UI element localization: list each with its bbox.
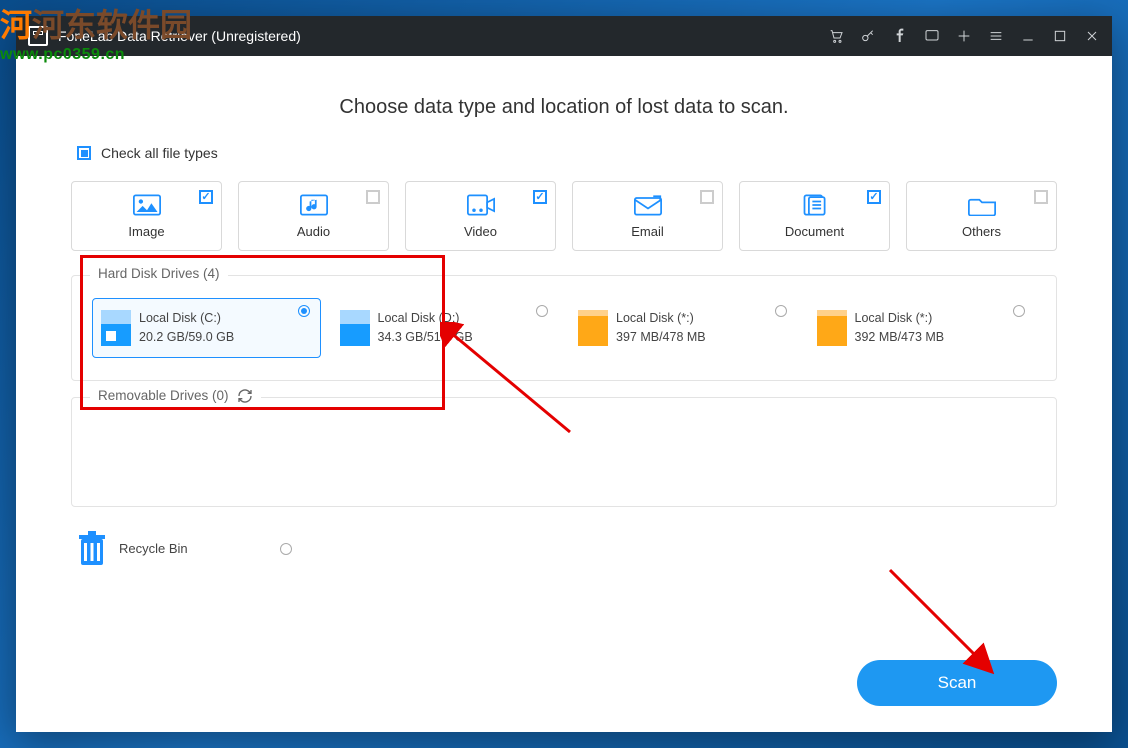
plus-icon[interactable] [956,28,972,44]
type-label: Audio [297,224,330,239]
menu-icon[interactable] [988,28,1004,44]
drives-section: Hard Disk Drives (4) Local Disk (C:)20.2… [71,275,1057,381]
type-checkbox[interactable] [867,190,881,204]
type-checkbox[interactable] [1034,190,1048,204]
document-icon [801,194,829,218]
refresh-icon[interactable] [237,388,253,404]
type-label: Video [464,224,497,239]
drive-item[interactable]: Local Disk (C:)20.2 GB/59.0 GB [92,298,321,358]
others-icon [968,194,996,218]
drive-item[interactable]: Local Disk (*:)397 MB/478 MB [569,298,798,358]
feedback-icon[interactable] [924,28,940,44]
app-window: FoneLab Data Retriever (Unregistered) Ch… [16,16,1112,732]
drive-radio[interactable] [775,305,787,317]
recycle-bin-radio[interactable] [280,543,292,555]
drive-icon [101,310,131,346]
type-label: Image [128,224,164,239]
recycle-bin-label: Recycle Bin [119,541,188,556]
type-card-others[interactable]: Others [906,181,1057,251]
type-card-video[interactable]: Video [405,181,556,251]
drive-text: Local Disk (C:)20.2 GB/59.0 GB [139,309,234,347]
type-card-image[interactable]: Image [71,181,222,251]
check-all-label: Check all file types [101,145,218,161]
scan-button[interactable]: Scan [857,660,1057,706]
image-icon [133,194,161,218]
check-all-row[interactable]: Check all file types [77,145,1057,161]
type-label: Document [785,224,844,239]
drive-item[interactable]: Local Disk (D:)34.3 GB/51.7 GB [331,298,560,358]
drive-text: Local Disk (*:)397 MB/478 MB [616,309,706,347]
maximize-icon[interactable] [1052,28,1068,44]
video-icon [467,194,495,218]
watermark-text: 河东软件园 [32,7,192,43]
drive-icon [578,310,608,346]
type-card-document[interactable]: Document [739,181,890,251]
close-icon[interactable] [1084,28,1100,44]
audio-icon [300,194,328,218]
watermark-overlay: 河河东软件园 www.pc0359.cn [0,0,192,64]
drive-text: Local Disk (*:)392 MB/473 MB [855,309,945,347]
drive-text: Local Disk (D:)34.3 GB/51.7 GB [378,309,473,347]
type-checkbox[interactable] [700,190,714,204]
scan-button-label: Scan [938,673,977,693]
watermark-url: www.pc0359.cn [0,46,192,64]
email-icon [634,194,662,218]
type-checkbox[interactable] [533,190,547,204]
removable-legend-text: Removable Drives (0) [98,388,229,403]
check-all-checkbox[interactable] [77,146,91,160]
type-card-email[interactable]: Email [572,181,723,251]
type-label: Email [631,224,664,239]
facebook-icon[interactable] [892,28,908,44]
type-checkbox[interactable] [199,190,213,204]
drive-radio[interactable] [1013,305,1025,317]
drive-radio[interactable] [536,305,548,317]
cart-icon[interactable] [828,28,844,44]
drive-radio[interactable] [298,305,310,317]
key-icon[interactable] [860,28,876,44]
removable-section: Removable Drives (0) [71,397,1057,507]
removable-legend: Removable Drives (0) [90,388,261,404]
type-label: Others [962,224,1001,239]
recycle-bin-row[interactable]: Recycle Bin [77,531,1057,567]
minimize-icon[interactable] [1020,28,1036,44]
drive-icon [817,310,847,346]
drive-item[interactable]: Local Disk (*:)392 MB/473 MB [808,298,1037,358]
drive-icon [340,310,370,346]
recycle-bin-icon [77,531,107,567]
page-heading: Choose data type and location of lost da… [71,96,1057,119]
drives-legend: Hard Disk Drives (4) [90,266,228,281]
type-card-audio[interactable]: Audio [238,181,389,251]
type-checkbox[interactable] [366,190,380,204]
